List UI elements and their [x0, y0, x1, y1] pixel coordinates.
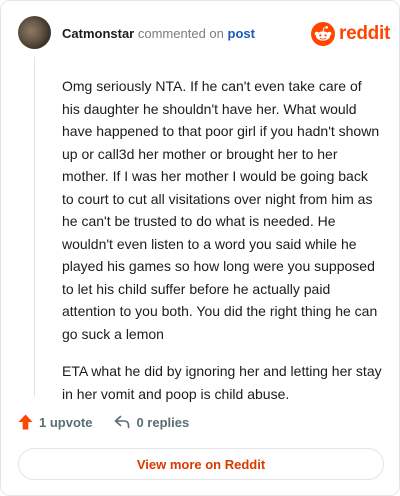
- reddit-snoo-icon: [311, 22, 335, 46]
- reddit-wordmark: reddit: [339, 23, 390, 44]
- embedded-comment-card: Catmonstar commented on post reddit Omg …: [0, 0, 400, 496]
- comment-paragraph: ETA what he did by ignoring her and lett…: [62, 363, 382, 402]
- username-link[interactable]: Catmonstar: [62, 26, 134, 41]
- thread-line: [34, 57, 35, 397]
- view-more-on-reddit-button[interactable]: View more on Reddit: [18, 448, 384, 480]
- comment-body: Omg seriously NTA. If he can't even take…: [62, 75, 382, 420]
- comment-header: Catmonstar commented on post: [62, 26, 255, 42]
- upvote-arrow-icon: [18, 414, 33, 430]
- user-avatar[interactable]: [18, 16, 51, 49]
- replies-button[interactable]: 0 replies: [114, 415, 189, 430]
- reddit-logo[interactable]: reddit: [311, 22, 390, 46]
- post-link[interactable]: post: [228, 26, 255, 41]
- upvote-button[interactable]: 1 upvote: [18, 414, 92, 430]
- upvote-count: 1 upvote: [39, 414, 93, 430]
- comment-actions: 1 upvote 0 replies: [18, 414, 211, 430]
- action-text: commented on: [137, 26, 224, 41]
- replies-count: 0 replies: [136, 414, 190, 430]
- reply-arrow-icon: [115, 415, 130, 429]
- comment-paragraph: Omg seriously NTA. If he can't even take…: [62, 78, 380, 342]
